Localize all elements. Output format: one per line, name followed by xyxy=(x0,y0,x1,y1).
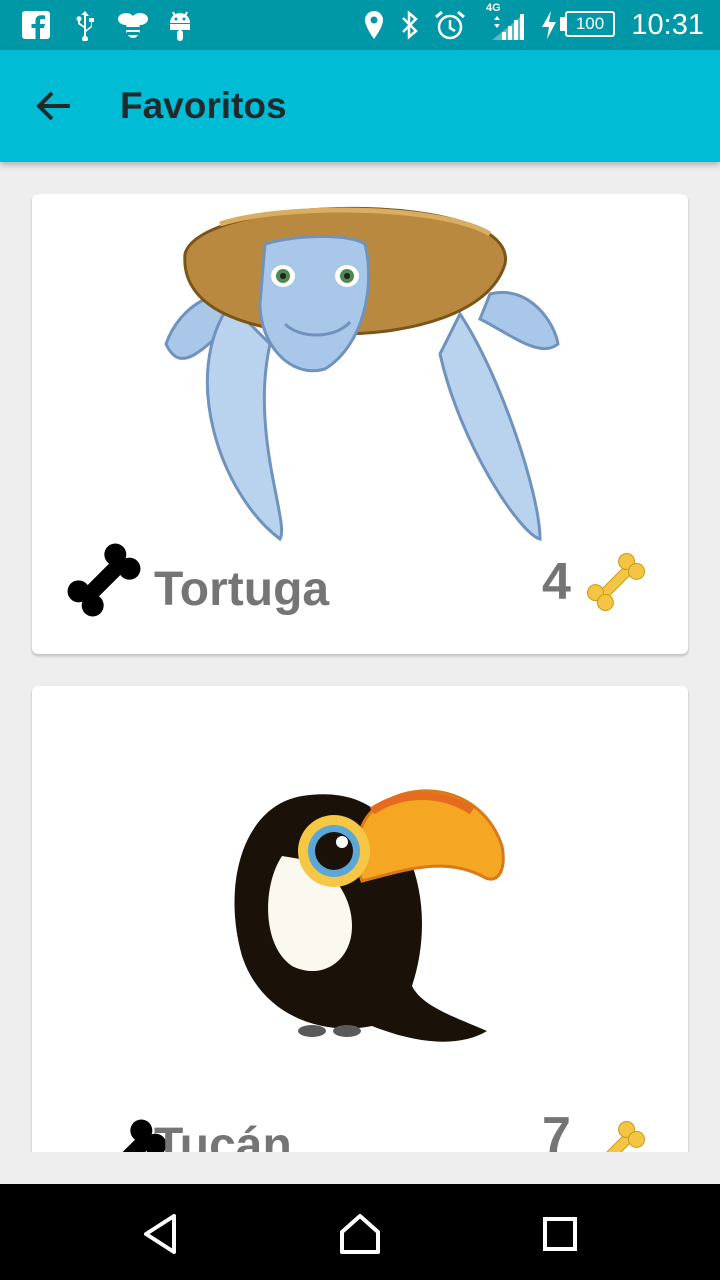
animal-name: Tortuga xyxy=(154,563,330,616)
nav-back-button[interactable] xyxy=(132,1206,188,1262)
clock: 10:31 xyxy=(631,9,704,41)
charging-icon xyxy=(542,11,556,39)
turtle-image xyxy=(164,206,560,542)
toucan-image xyxy=(234,789,505,1042)
arrow-back-icon xyxy=(36,91,70,121)
status-bar: 4G 100 10:31 xyxy=(0,0,720,50)
battery-icon: 100 xyxy=(565,11,615,37)
alarm-icon xyxy=(435,10,465,40)
navigation-bar xyxy=(0,1184,720,1280)
bone-icon xyxy=(67,543,141,617)
nav-recents-button[interactable] xyxy=(532,1206,588,1262)
bone-count: 4 xyxy=(542,553,571,611)
favorite-card[interactable]: Tortuga 4 xyxy=(32,194,688,654)
back-button[interactable] xyxy=(26,78,82,134)
favorite-card[interactable]: Tucán 7 xyxy=(32,686,688,1152)
home-icon xyxy=(340,1214,380,1254)
gold-bone-button[interactable] xyxy=(580,546,652,618)
gold-bone-icon xyxy=(596,1120,646,1152)
bluetooth-icon xyxy=(402,10,418,40)
location-icon xyxy=(365,11,383,39)
back-triangle-icon xyxy=(144,1214,176,1254)
nav-home-button[interactable] xyxy=(332,1206,388,1262)
recents-icon xyxy=(543,1217,577,1251)
page-title: Favoritos xyxy=(120,85,287,126)
favorites-list[interactable]: Tortuga 4 Tucán 7 xyxy=(0,162,720,1152)
animal-name: Tucán xyxy=(154,1119,292,1152)
facebook-icon xyxy=(22,11,50,39)
bone-count: 7 xyxy=(542,1107,571,1152)
android-icon xyxy=(170,11,190,41)
bee-icon xyxy=(118,13,148,38)
app-bar: Favoritos xyxy=(0,50,720,162)
usb-icon xyxy=(76,11,94,41)
gold-bone-button[interactable] xyxy=(580,1114,652,1152)
gold-bone-icon xyxy=(586,552,646,612)
signal-icon xyxy=(492,14,524,40)
